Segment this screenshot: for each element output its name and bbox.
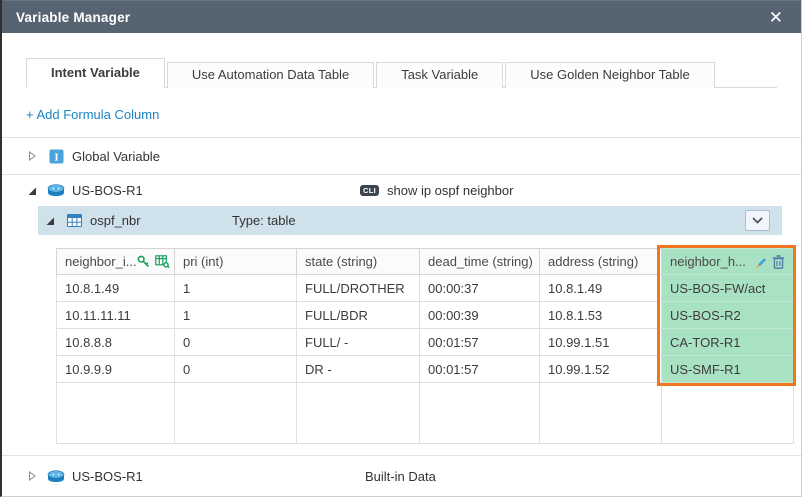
- cli-badge: CLI: [360, 185, 379, 197]
- builtin-data-label: Built-in Data: [365, 469, 436, 484]
- router-icon: [46, 470, 66, 483]
- tab-use-golden-neighbor-table[interactable]: Use Golden Neighbor Table: [505, 62, 714, 88]
- table-row: 10.8.1.49 1 FULL/DROTHER 00:00:37 10.8.1…: [57, 275, 794, 302]
- tab-use-automation-data-table[interactable]: Use Automation Data Table: [167, 62, 374, 88]
- cell: 0: [175, 329, 297, 356]
- table-row: 10.8.8.8 0 FULL/ - 00:01:57 10.99.1.51 C…: [57, 329, 794, 356]
- cell: 0: [175, 356, 297, 383]
- cell: FULL/DROTHER: [297, 275, 420, 302]
- cell: 10.11.11.11: [57, 302, 175, 329]
- variable-name: ospf_nbr: [90, 213, 141, 228]
- edit-pencil-icon[interactable]: [753, 255, 767, 269]
- collapse-arrow-icon[interactable]: [26, 471, 38, 481]
- cell: 10.8.1.49: [57, 275, 175, 302]
- dialog-title: Variable Manager: [16, 10, 130, 25]
- cell: 10.8.1.53: [540, 302, 662, 329]
- column-header-state[interactable]: state (string): [297, 249, 420, 275]
- expand-arrow-icon[interactable]: [26, 186, 38, 196]
- cell: 10.8.1.49: [540, 275, 662, 302]
- table-row: 10.9.9.9 0 DR - 00:01:57 10.99.1.52 US-S…: [57, 356, 794, 383]
- tab-bar: Intent Variable Use Automation Data Tabl…: [26, 57, 777, 88]
- device-command: CLI show ip ospf neighbor: [360, 183, 513, 198]
- tree-item-label: Global Variable: [72, 149, 160, 164]
- cell: 10.99.1.51: [540, 329, 662, 356]
- table-header-row: neighbor_i...: [57, 249, 794, 275]
- column-header-address[interactable]: address (string): [540, 249, 662, 275]
- tree-item-device[interactable]: US-BOS-R1 CLI show ip ospf neighbor: [2, 175, 801, 206]
- delete-trash-icon[interactable]: [772, 255, 785, 269]
- cell: FULL/BDR: [297, 302, 420, 329]
- column-header-dead-time[interactable]: dead_time (string): [420, 249, 540, 275]
- tree-item-global-variable[interactable]: I Global Variable: [2, 138, 801, 174]
- column-header-label: neighbor_h...: [670, 254, 746, 269]
- highlighted-cell: US-BOS-FW/act: [662, 275, 794, 302]
- tree-item-variable-ospf-nbr[interactable]: ospf_nbr Type: table: [38, 206, 782, 235]
- chevron-down-icon: [752, 217, 763, 224]
- table-icon: [64, 214, 84, 227]
- add-formula-column-link[interactable]: + Add Formula Column: [26, 107, 159, 122]
- table-row: 10.11.11.11 1 FULL/BDR 00:00:39 10.8.1.5…: [57, 302, 794, 329]
- tree-item-label: US-BOS-R1: [72, 183, 143, 198]
- tree-item-label: US-BOS-R1: [72, 469, 143, 484]
- table-key-icon[interactable]: [155, 255, 170, 268]
- variable-manager-dialog: Variable Manager ✕ Intent Variable Use A…: [0, 0, 802, 497]
- highlighted-cell: CA-TOR-R1: [662, 329, 794, 356]
- tab-task-variable[interactable]: Task Variable: [376, 62, 503, 88]
- cli-command-text: show ip ospf neighbor: [387, 183, 513, 198]
- cell: 10.99.1.52: [540, 356, 662, 383]
- ospf-neighbor-table: neighbor_i...: [56, 248, 793, 444]
- key-icon[interactable]: [137, 255, 150, 268]
- svg-text:I: I: [54, 151, 58, 163]
- cell: 1: [175, 302, 297, 329]
- toolbar-row: + Add Formula Column: [2, 88, 801, 137]
- collapse-arrow-icon[interactable]: [26, 151, 38, 161]
- close-icon[interactable]: ✕: [765, 7, 787, 28]
- tab-intent-variable[interactable]: Intent Variable: [26, 58, 165, 88]
- cell: 1: [175, 275, 297, 302]
- column-header-neighbor-ip[interactable]: neighbor_i...: [57, 249, 175, 275]
- cell: DR -: [297, 356, 420, 383]
- tree-item-device-builtin[interactable]: US-BOS-R1 Built-in Data: [2, 456, 801, 496]
- highlighted-cell: US-SMF-R1: [662, 356, 794, 383]
- column-header-label: neighbor_i...: [65, 254, 137, 269]
- expand-arrow-icon[interactable]: [44, 216, 56, 226]
- variable-type-label: Type: table: [232, 213, 296, 228]
- cell: 10.8.8.8: [57, 329, 175, 356]
- cell: 00:01:57: [420, 356, 540, 383]
- column-header-neighbor-hostname[interactable]: neighbor_h...: [662, 249, 794, 275]
- dialog-titlebar: Variable Manager ✕: [2, 0, 801, 33]
- cell: FULL/ -: [297, 329, 420, 356]
- cell: 00:00:39: [420, 302, 540, 329]
- cell: 00:00:37: [420, 275, 540, 302]
- cell: 00:01:57: [420, 329, 540, 356]
- column-header-pri[interactable]: pri (int): [175, 249, 297, 275]
- table-empty-area: [57, 383, 794, 444]
- dropdown-button[interactable]: [745, 210, 770, 231]
- global-variable-icon: I: [46, 149, 66, 164]
- router-icon: [46, 184, 66, 197]
- highlighted-cell: US-BOS-R2: [662, 302, 794, 329]
- cell: 10.9.9.9: [57, 356, 175, 383]
